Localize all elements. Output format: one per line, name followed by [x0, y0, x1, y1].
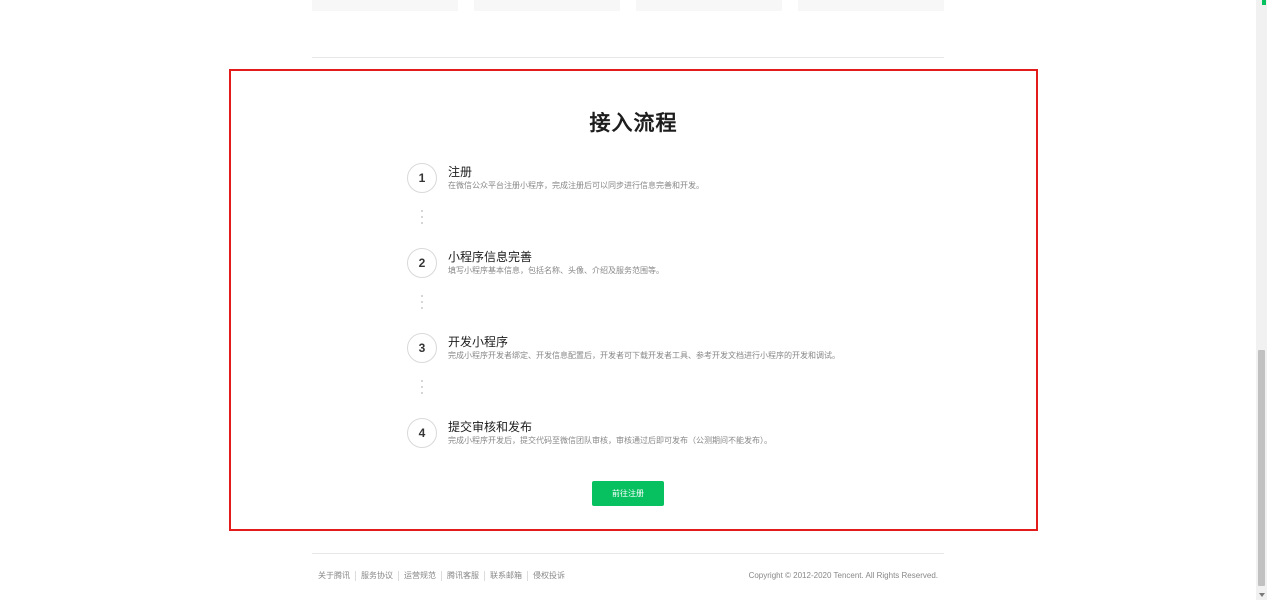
- page: 接入流程 1 注册 在微信公众平台注册小程序，完成注册后可以同步进行信息完善和开…: [0, 0, 1267, 600]
- step-connector: [421, 378, 423, 396]
- footer-link-infringement[interactable]: 侵权投诉: [527, 571, 570, 581]
- footer-link-service-agreement[interactable]: 服务协议: [355, 571, 398, 581]
- step-title: 注册: [448, 165, 473, 179]
- footer-divider: [312, 553, 944, 554]
- status-indicator-icon: [1262, 0, 1266, 5]
- feature-card[interactable]: [474, 0, 620, 11]
- footer-link-contact-email[interactable]: 联系邮箱: [484, 571, 527, 581]
- scroll-down-arrow-icon[interactable]: [1259, 593, 1265, 597]
- register-button[interactable]: 前往注册: [592, 481, 664, 506]
- process-section-highlight: [229, 69, 1038, 531]
- step-title: 开发小程序: [448, 335, 509, 349]
- step-connector: [421, 293, 423, 311]
- scrollbar[interactable]: [1256, 0, 1267, 600]
- step-number: 1: [407, 163, 437, 193]
- process-title: 接入流程: [589, 112, 678, 135]
- feature-card[interactable]: [798, 0, 944, 11]
- feature-card[interactable]: [636, 0, 782, 11]
- footer-link-about[interactable]: 关于腾讯: [318, 571, 355, 581]
- step-title: 提交审核和发布: [448, 420, 533, 434]
- step-number: 3: [407, 333, 437, 363]
- step-description: 在微信公众平台注册小程序，完成注册后可以同步进行信息完善和开发。: [448, 181, 704, 190]
- copyright: Copyright © 2012-2020 Tencent. All Right…: [748, 571, 938, 580]
- step-description: 完成小程序开发后，提交代码至微信团队审核，审核通过后即可发布（公测期间不能发布）…: [448, 436, 772, 445]
- step-number: 2: [407, 248, 437, 278]
- step-number: 4: [407, 418, 437, 448]
- footer-link-operation-rules[interactable]: 运营规范: [398, 571, 441, 581]
- step-connector: [421, 208, 423, 226]
- footer-links: 关于腾讯 服务协议 运营规范 腾讯客服 联系邮箱 侵权投诉: [318, 571, 570, 581]
- scrollbar-thumb[interactable]: [1258, 350, 1265, 586]
- step-title: 小程序信息完善: [448, 250, 533, 264]
- step-description: 完成小程序开发者绑定、开发信息配置后，开发者可下载开发者工具、参考开发文档进行小…: [448, 351, 840, 360]
- feature-cards-row: [312, 0, 944, 11]
- feature-card[interactable]: [312, 0, 458, 11]
- step-description: 填写小程序基本信息，包括名称、头像、介绍及服务范围等。: [448, 266, 664, 275]
- section-divider: [312, 57, 944, 58]
- footer-link-customer-service[interactable]: 腾讯客服: [441, 571, 484, 581]
